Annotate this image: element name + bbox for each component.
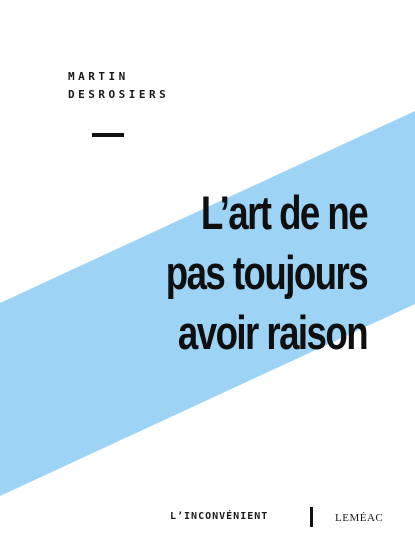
collection-name: L’INCONVÉNIENT [170,511,269,522]
book-cover: MARTIN DESROSIERS L’art de ne pas toujou… [0,0,415,549]
author-name: MARTIN DESROSIERS [68,68,169,104]
title-line-3: avoir raison [177,306,369,359]
book-title: L’art de ne pas toujours avoir raison [165,183,369,363]
author-first-name: MARTIN [68,70,129,83]
title-line-1: L’art de ne [200,186,369,239]
footer-separator [310,507,313,527]
cover-footer: L’INCONVÉNIENT LEMÉAC [0,505,415,529]
decorative-dash [92,133,124,137]
author-last-name: DESROSIERS [68,88,170,101]
title-line-2: pas toujours [165,246,369,299]
publisher-name: LEMÉAC [335,512,384,524]
